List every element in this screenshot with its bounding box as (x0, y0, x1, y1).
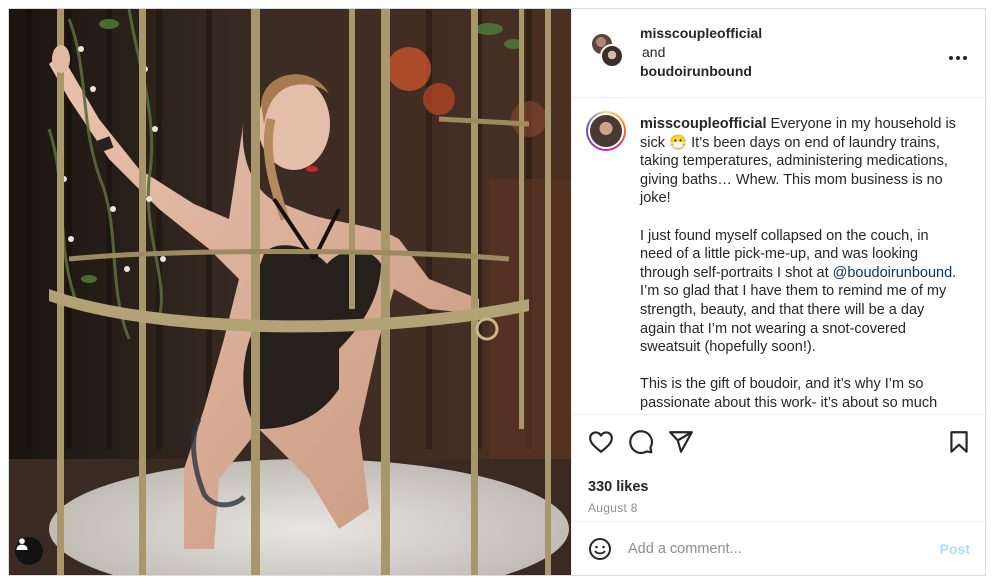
emoji-icon[interactable] (588, 537, 612, 561)
owner-joiner: and (642, 44, 666, 60)
collab-owners: misscoupleofficial and boudoirunbound (640, 24, 762, 81)
more-options-icon[interactable] (948, 45, 968, 66)
comment-bar: Post (572, 521, 986, 575)
post-side-panel: misscoupleofficial and boudoirunbound mi… (571, 9, 986, 575)
caption-mention-link[interactable]: @boudoirunbound (833, 265, 953, 281)
comment-icon[interactable] (628, 429, 654, 455)
send-icon[interactable] (668, 429, 694, 455)
caption-text: misscoupleofficial Everyone in my househ… (640, 115, 960, 414)
photo-illustration (9, 9, 571, 575)
owner-username[interactable]: misscoupleofficial (640, 24, 762, 43)
bookmark-icon[interactable] (946, 429, 972, 455)
action-bar: 330 likes August 8 (572, 414, 986, 524)
owner-username[interactable]: boudoirunbound (640, 62, 762, 81)
user-tag-icon[interactable] (15, 537, 43, 565)
caption-username[interactable]: misscoupleofficial (640, 116, 767, 132)
post-photo[interactable] (9, 9, 571, 575)
heart-icon[interactable] (588, 429, 614, 455)
comment-input[interactable] (628, 538, 918, 560)
like-count[interactable]: 330 likes (588, 479, 648, 495)
avatar[interactable] (586, 111, 626, 151)
post-comment-button[interactable]: Post (940, 541, 970, 557)
collab-avatars[interactable] (590, 32, 630, 72)
caption-area: misscoupleofficial Everyone in my househ… (572, 99, 986, 414)
caption-paragraph: This is the gift of boudoir, and it’s wh… (640, 376, 938, 411)
avatar[interactable] (600, 44, 624, 68)
post-dialog: misscoupleofficial and boudoirunbound mi… (8, 8, 986, 576)
post-header: misscoupleofficial and boudoirunbound (572, 9, 986, 98)
post-date[interactable]: August 8 (588, 501, 638, 515)
